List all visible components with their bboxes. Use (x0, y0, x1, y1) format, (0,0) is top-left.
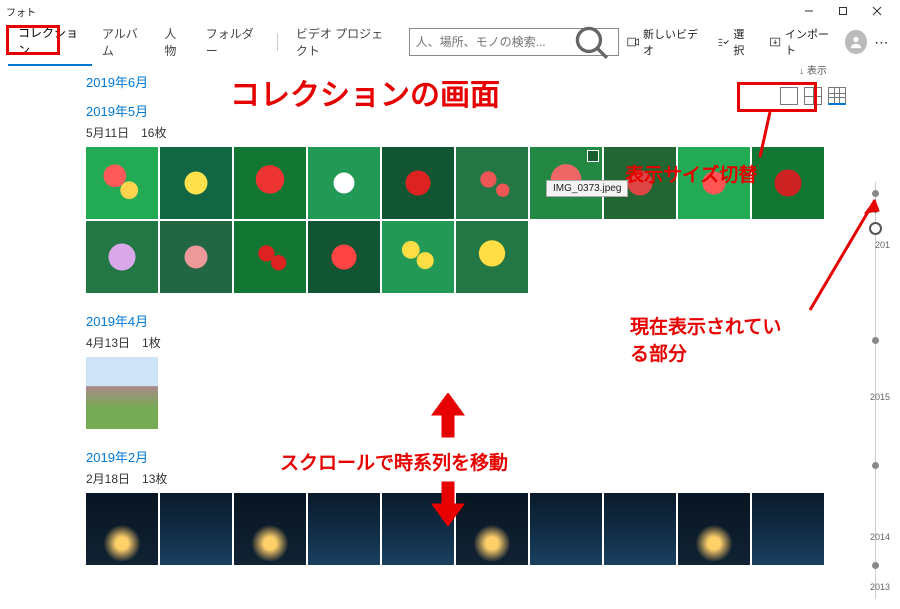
photo-thumb[interactable] (678, 493, 750, 565)
photo-thumb[interactable] (456, 493, 528, 565)
photo-thumb[interactable] (160, 147, 232, 219)
user-avatar[interactable] (845, 30, 866, 54)
photo-thumb[interactable] (678, 147, 750, 219)
new-video-button[interactable]: 新しいビデオ (619, 22, 710, 62)
thumb-row-apr (86, 357, 846, 429)
view-small-button[interactable] (828, 87, 846, 105)
select-checkbox-icon[interactable] (587, 150, 599, 162)
timeline-year: 2014 (870, 532, 890, 542)
day-2019-04-13: 4月13日 1枚 (86, 334, 900, 351)
import-button[interactable]: インポート (761, 22, 842, 62)
photo-thumb[interactable] (308, 493, 380, 565)
photo-thumb[interactable] (308, 221, 380, 293)
day-2019-02-18: 2月18日 13枚 (86, 470, 900, 487)
tab-collection[interactable]: コレクション (8, 18, 92, 66)
search-box[interactable] (409, 28, 619, 56)
timeline-year: 2013 (870, 582, 890, 592)
timeline-scrubber[interactable]: 201 2015 2014 2013 (856, 182, 886, 599)
photo-thumb[interactable] (308, 147, 380, 219)
main-toolbar: コレクション アルバム 人物 フォルダー ビデオ プロジェクト 新しいビデオ 選… (0, 22, 900, 62)
content-area: ↓ 表示 2019年6月 2019年5月 5月11日 16枚 (0, 62, 900, 609)
photo-thumb[interactable] (160, 493, 232, 565)
photo-thumb[interactable] (234, 493, 306, 565)
tab-album[interactable]: アルバム (92, 19, 154, 65)
month-2019-02[interactable]: 2019年2月 (86, 447, 900, 466)
select-button[interactable]: 選択 (709, 22, 760, 62)
timeline-year: 201 (875, 240, 890, 250)
month-2019-04[interactable]: 2019年4月 (86, 311, 900, 330)
view-medium-button[interactable] (804, 87, 822, 105)
photo-thumb[interactable] (752, 147, 824, 219)
photo-thumb[interactable] (86, 493, 158, 565)
more-button[interactable]: ⋯ (871, 34, 892, 51)
photo-thumb[interactable] (86, 147, 158, 219)
timeline-dot[interactable] (872, 337, 879, 344)
view-label: ↓ 表示 (776, 62, 850, 77)
thumb-row-may (86, 147, 846, 293)
collection-scroll[interactable]: 2019年6月 2019年5月 5月11日 16枚 2019年4月 4月13日 … (0, 72, 900, 565)
minimize-button[interactable] (792, 0, 826, 22)
video-icon (627, 35, 639, 49)
photo-thumb[interactable] (382, 493, 454, 565)
photo-thumb[interactable] (382, 221, 454, 293)
timeline-year: 2015 (870, 392, 890, 402)
timeline-dot[interactable] (872, 190, 879, 197)
photo-thumb[interactable] (530, 493, 602, 565)
photo-thumb[interactable] (752, 493, 824, 565)
window-title: フォト (6, 4, 36, 19)
timeline-dot[interactable] (872, 462, 879, 469)
close-button[interactable] (860, 0, 894, 22)
toolbar-divider (277, 33, 278, 51)
search-input[interactable] (416, 35, 571, 49)
tab-video-project[interactable]: ビデオ プロジェクト (286, 19, 405, 65)
search-icon (571, 22, 612, 63)
filename-tooltip: IMG_0373.jpeg (546, 180, 628, 197)
tab-people[interactable]: 人物 (154, 19, 195, 65)
view-large-button[interactable] (780, 87, 798, 105)
photo-thumb[interactable] (234, 221, 306, 293)
photo-thumb[interactable] (456, 147, 528, 219)
photo-thumb[interactable] (86, 357, 158, 429)
photo-thumb[interactable] (382, 147, 454, 219)
photo-thumb[interactable] (604, 493, 676, 565)
timeline-current-marker[interactable] (869, 222, 882, 235)
maximize-button[interactable] (826, 0, 860, 22)
view-size-control: ↓ 表示 (776, 62, 850, 109)
timeline-dot[interactable] (872, 562, 879, 569)
timeline-dot[interactable] (872, 206, 879, 213)
select-icon (717, 35, 729, 49)
photo-thumb[interactable] (456, 221, 528, 293)
import-icon (769, 35, 781, 49)
photo-thumb[interactable] (234, 147, 306, 219)
day-2019-05-11: 5月11日 16枚 (86, 124, 900, 141)
person-icon (849, 35, 863, 49)
photo-thumb[interactable] (86, 221, 158, 293)
thumb-row-feb (86, 493, 846, 565)
photo-thumb[interactable] (160, 221, 232, 293)
tab-folder[interactable]: フォルダー (196, 19, 269, 65)
